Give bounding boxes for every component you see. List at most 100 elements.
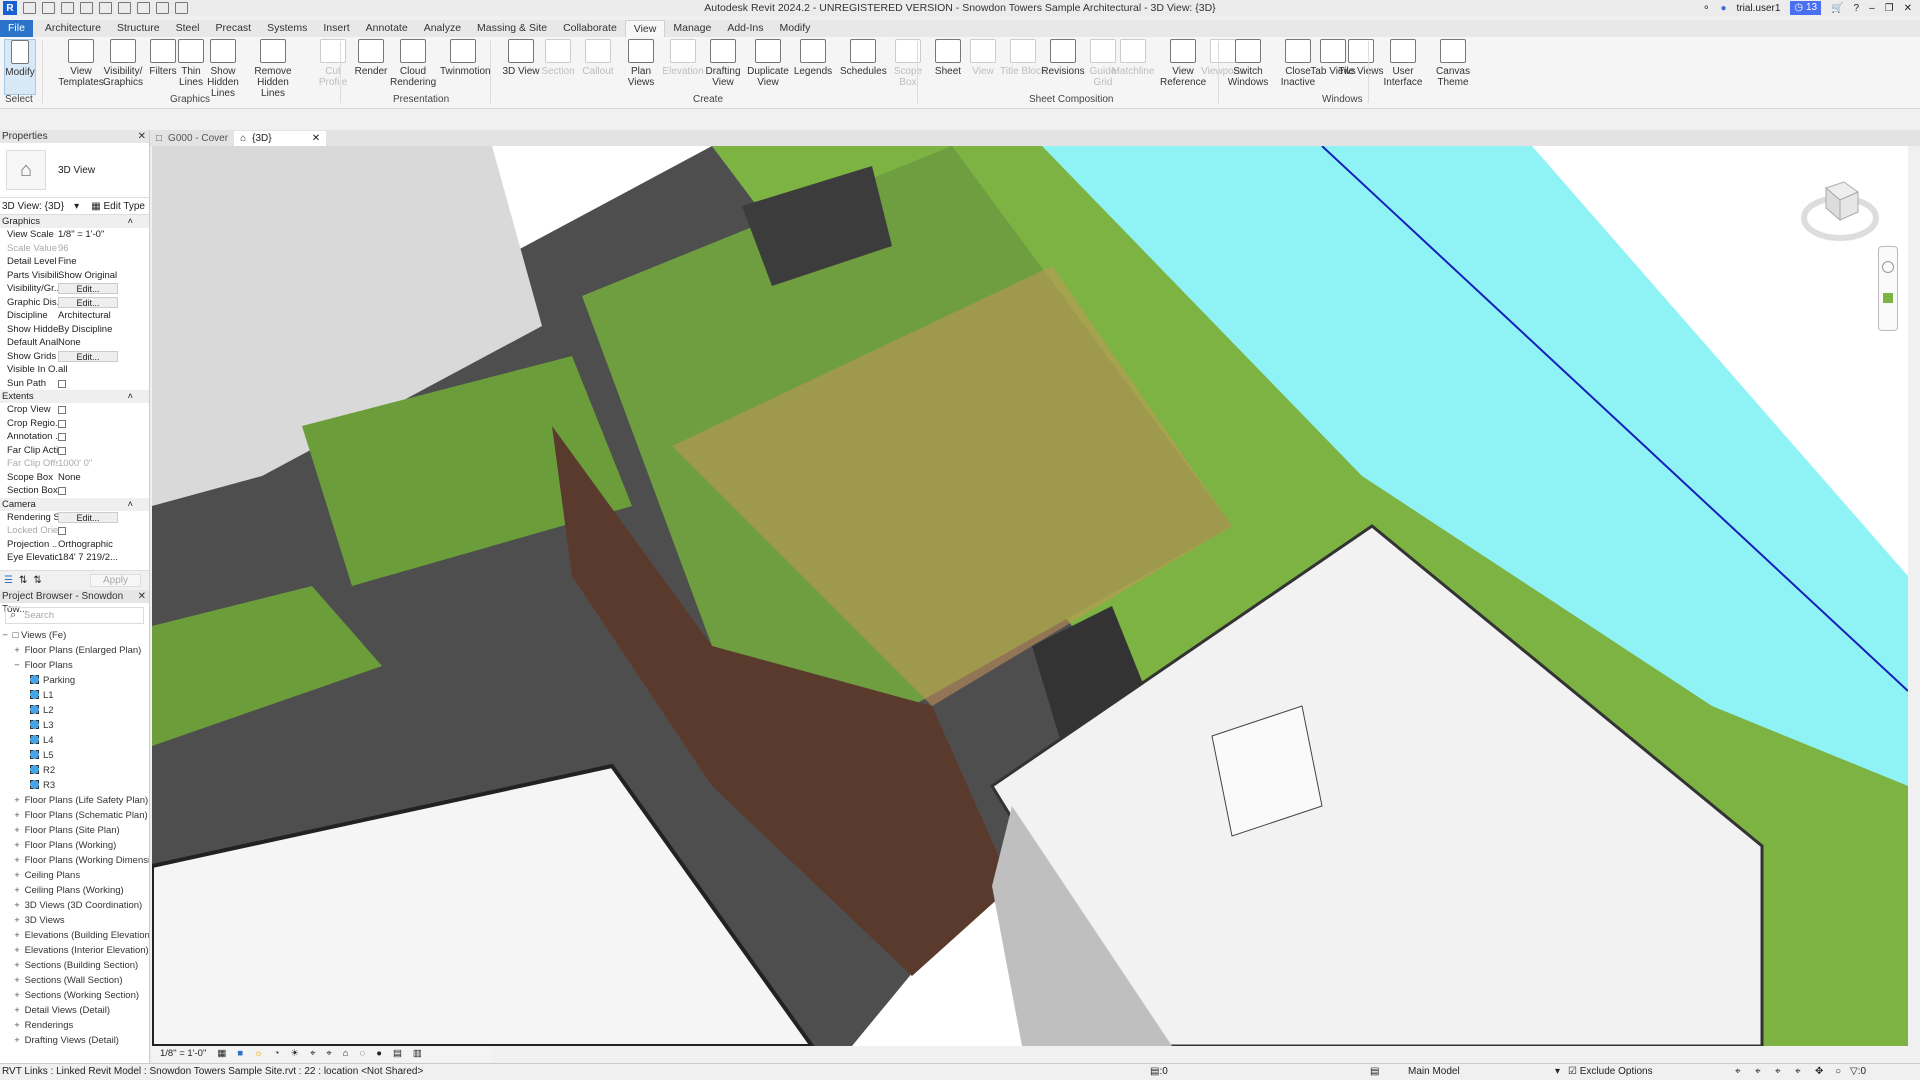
expand-icon[interactable]: + <box>12 943 22 958</box>
edit-button[interactable]: Edit... <box>58 296 118 308</box>
exclude-options-checkbox[interactable]: ☑ Exclude Options <box>1568 1064 1653 1080</box>
temp-hide-icon[interactable]: ◌ <box>360 1046 366 1062</box>
modify-button[interactable]: Modify <box>4 39 36 95</box>
close-browser-icon[interactable]: ✕ <box>138 590 146 603</box>
tree-item[interactable]: + Ceiling Plans (Working) <box>0 883 149 898</box>
crop-view-icon[interactable]: ⌖ <box>310 1046 315 1062</box>
tree-item[interactable]: + Sections (Building Section) <box>0 958 149 973</box>
open-icon[interactable] <box>23 2 36 14</box>
vertical-scrollbar[interactable] <box>1910 146 1920 1046</box>
filter-icon[interactable]: ▽:0 <box>1850 1064 1866 1080</box>
property-checkbox[interactable] <box>58 487 66 495</box>
tab-g000-cover[interactable]: □ G000 - Cover <box>150 131 234 146</box>
view-scale[interactable]: 1/8" = 1'-0" <box>160 1046 206 1062</box>
tile-views-button[interactable]: Tile Views <box>1338 39 1384 77</box>
tree-item[interactable]: + Sections (Working Section) <box>0 988 149 1003</box>
property-group-graphics[interactable]: Graphics ˄ <box>0 215 149 228</box>
close-tab-icon[interactable]: ✕ <box>312 131 320 146</box>
tree-item[interactable]: + 3D Views <box>0 913 149 928</box>
expand-icon[interactable]: + <box>12 868 22 883</box>
canvas-theme-button[interactable]: Canvas Theme <box>1430 39 1476 88</box>
chevron-down-icon[interactable]: ▾ <box>1555 1064 1560 1080</box>
tab-modify[interactable]: Modify <box>772 20 819 37</box>
minimize-icon[interactable]: – <box>1869 3 1875 14</box>
user-name[interactable]: trial.user1 <box>1737 3 1781 14</box>
property-value[interactable]: 1000' 0" <box>58 457 149 471</box>
tab-insert[interactable]: Insert <box>315 20 357 37</box>
expand-icon[interactable]: + <box>12 838 22 853</box>
matchline-button[interactable]: Matchline <box>1110 39 1156 77</box>
expand-icon[interactable]: + <box>12 883 22 898</box>
property-group-extents[interactable]: Extents ˄ <box>0 390 149 403</box>
tab-3d[interactable]: ⌂ {3D} ✕ <box>234 131 327 146</box>
design-options-icon[interactable]: ▤ <box>1370 1064 1379 1080</box>
chevron-down-icon[interactable]: ▾ <box>74 201 79 212</box>
expand-icon[interactable]: + <box>12 928 22 943</box>
tab-massing-site[interactable]: Massing & Site <box>469 20 555 37</box>
measure-icon[interactable] <box>137 2 150 14</box>
worksharing-icon[interactable]: ▤ <box>393 1046 402 1062</box>
drag-elements-icon[interactable]: ✥ <box>1815 1064 1823 1080</box>
select-underlay-icon[interactable]: ⌖ <box>1755 1064 1761 1080</box>
edit-button[interactable]: Edit... <box>58 350 118 362</box>
restore-icon[interactable]: ❐ <box>1885 3 1894 14</box>
expand-icon[interactable]: + <box>12 643 22 658</box>
model-canvas[interactable] <box>152 146 1908 1046</box>
callout-button[interactable]: Callout <box>575 39 621 77</box>
property-checkbox[interactable] <box>58 446 66 455</box>
property-value[interactable]: all <box>58 363 149 377</box>
background-process-icon[interactable]: ○ <box>1835 1064 1841 1080</box>
tree-item[interactable]: + Floor Plans (Life Safety Plan) <box>0 793 149 808</box>
tree-item[interactable]: + Floor Plans (Working) <box>0 838 149 853</box>
undo-icon[interactable] <box>80 2 93 14</box>
remove-hidden-lines-button[interactable]: Remove Hidden Lines <box>250 39 296 99</box>
select-pinned-icon[interactable]: ⌖ <box>1775 1064 1781 1080</box>
tree-item[interactable]: + 3D Views (3D Coordination) <box>0 898 149 913</box>
property-value[interactable]: Architectural <box>58 309 149 323</box>
show-hidden-lines-button[interactable]: Show Hidden Lines <box>200 39 246 99</box>
crop-region-icon[interactable]: ⌖ <box>326 1046 331 1062</box>
tree-item[interactable]: + Sections (Wall Section) <box>0 973 149 988</box>
tab-file[interactable]: File <box>0 20 33 37</box>
tab-manage[interactable]: Manage <box>665 20 719 37</box>
notification-badge[interactable]: ◷ 13 <box>1790 1 1822 15</box>
expand-icon[interactable]: + <box>12 823 22 838</box>
user-interface-button[interactable]: User Interface <box>1380 39 1426 88</box>
property-value[interactable]: 184' 7 219/2... <box>58 551 149 565</box>
print-icon[interactable] <box>118 2 131 14</box>
expand-icon[interactable]: + <box>12 898 22 913</box>
tab-add-ins[interactable]: Add-Ins <box>719 20 771 37</box>
tree-item[interactable]: L1 <box>0 688 149 703</box>
render-button[interactable]: Render <box>348 39 394 77</box>
tree-item[interactable]: + Elevations (Building Elevation) <box>0 928 149 943</box>
expand-icon[interactable]: + <box>12 1018 22 1033</box>
tab-annotate[interactable]: Annotate <box>358 20 416 37</box>
instance-selector[interactable]: 3D View: {3D} ▾ ▦ Edit Type <box>0 198 149 215</box>
property-checkbox[interactable] <box>58 379 66 388</box>
3d-view-icon[interactable] <box>175 2 188 14</box>
tree-item[interactable]: + Floor Plans (Site Plan) <box>0 823 149 838</box>
collapse-icon[interactable]: ˄ <box>127 498 133 511</box>
collapse-icon[interactable]: − <box>12 658 22 673</box>
detail-level-icon[interactable]: ▦ <box>217 1046 226 1062</box>
tree-item[interactable]: L2 <box>0 703 149 718</box>
property-value[interactable]: None <box>58 336 149 350</box>
search-binoculars-icon[interactable]: ⚬ <box>1702 3 1710 14</box>
tree-item[interactable]: + Drafting Views (Detail) <box>0 1033 149 1048</box>
tree-item[interactable]: + Elevations (Interior Elevation) <box>0 943 149 958</box>
expand-icon[interactable]: + <box>12 988 22 1003</box>
workset-icon[interactable]: ▤:0 <box>1150 1064 1168 1080</box>
browser-search-input[interactable]: Search <box>5 607 144 624</box>
sort-asc-icon[interactable]: ⇅ <box>19 575 27 586</box>
edit-button[interactable]: Edit... <box>58 511 118 523</box>
duplicate-view-button[interactable]: Duplicate View <box>745 39 791 88</box>
edit-button[interactable]: Edit... <box>58 283 118 294</box>
cloud-rendering-button[interactable]: Cloud Rendering <box>390 39 436 88</box>
save-icon[interactable] <box>42 2 55 14</box>
tree-item[interactable]: L4 <box>0 733 149 748</box>
tree-item[interactable]: R2 <box>0 763 149 778</box>
twinmotion-button[interactable]: Twinmotion <box>440 39 491 77</box>
select-by-face-icon[interactable]: ⌖ <box>1795 1064 1801 1080</box>
categorize-icon[interactable]: ☰ <box>4 575 13 586</box>
tab-view[interactable]: View <box>624 20 666 37</box>
